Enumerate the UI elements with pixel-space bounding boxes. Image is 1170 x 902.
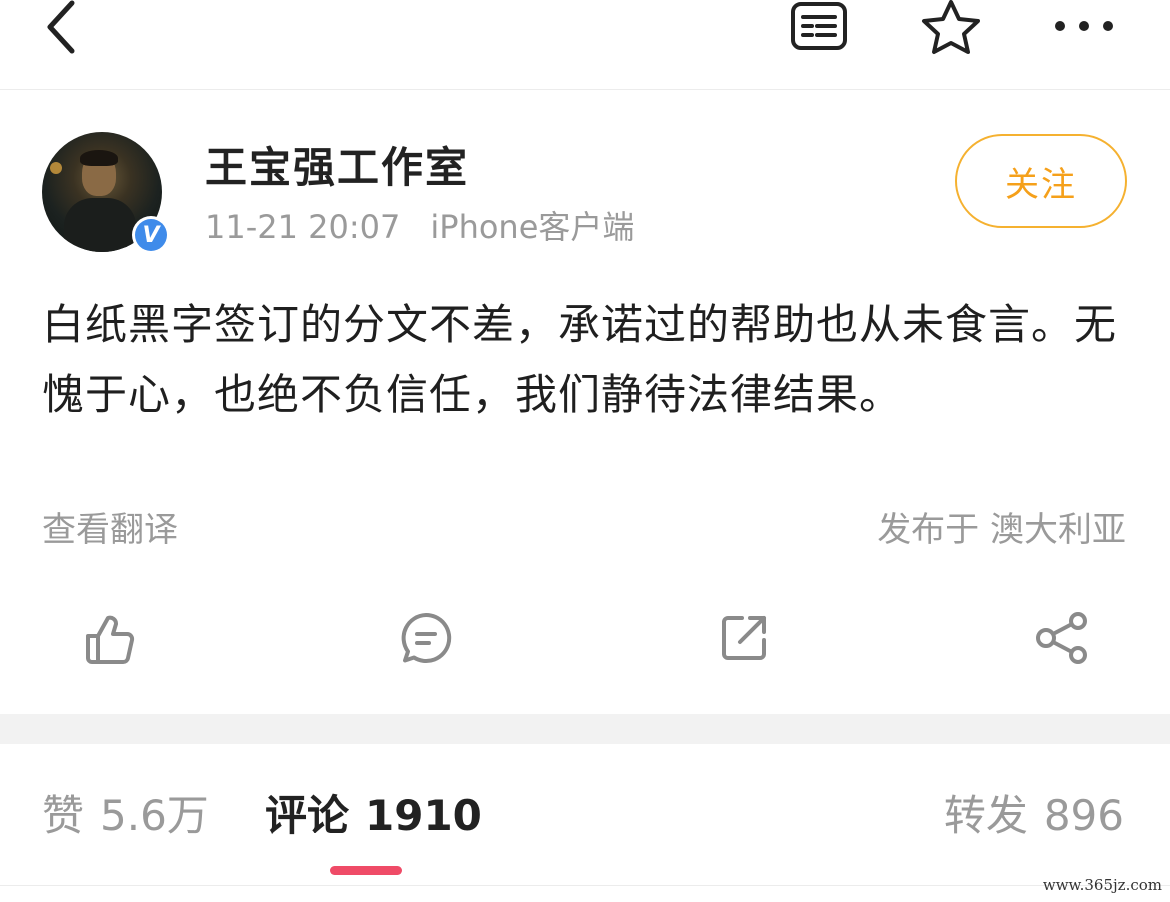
back-button[interactable] xyxy=(30,0,94,54)
like-button[interactable] xyxy=(76,606,140,670)
repost-icon xyxy=(722,616,766,660)
list-button[interactable] xyxy=(786,0,852,52)
favorite-button[interactable] xyxy=(918,0,984,54)
comment-icon xyxy=(401,612,452,663)
thumbs-up-icon xyxy=(86,615,135,664)
post-header: V 王宝强工作室 11-21 20:07 iPhone客户端 关注 xyxy=(0,90,1170,275)
tab-comments[interactable]: 评论 1910 xyxy=(265,788,482,844)
post-content: 白纸黑字签订的分文不差，承诺过的帮助也从未食言。无愧于心，也绝不负信任，我们静待… xyxy=(42,300,1118,419)
username[interactable]: 王宝强工作室 xyxy=(205,140,469,196)
share-button[interactable] xyxy=(1030,606,1094,670)
tab-reposts[interactable]: 转发 896 xyxy=(944,788,1124,844)
action-bar xyxy=(0,600,1170,680)
more-dots-icon xyxy=(1055,21,1113,31)
tab-comments-count: 1910 xyxy=(365,791,482,840)
repost-button[interactable] xyxy=(712,606,776,670)
more-button[interactable] xyxy=(1048,0,1120,52)
share-icon xyxy=(1036,612,1087,664)
star-icon xyxy=(922,0,980,54)
chevron-left-icon xyxy=(47,0,75,54)
tab-likes[interactable]: 赞 5.6万 xyxy=(42,788,209,844)
active-tab-indicator xyxy=(330,866,402,875)
comment-button[interactable] xyxy=(394,606,458,670)
avatar[interactable]: V xyxy=(42,132,170,254)
list-icon xyxy=(791,2,847,50)
tab-reposts-count: 896 xyxy=(1043,791,1124,840)
post-location: 发布于 澳大利亚 xyxy=(877,510,1126,550)
verified-badge-icon: V xyxy=(132,216,170,254)
tab-likes-count: 5.6万 xyxy=(100,791,209,840)
section-divider xyxy=(0,714,1170,744)
tab-comments-label: 评论 xyxy=(265,791,350,840)
post-source: iPhone客户端 xyxy=(430,208,635,246)
interaction-tabs: 赞 5.6万 评论 1910 转发 896 xyxy=(0,744,1170,886)
tab-reposts-label: 转发 xyxy=(943,791,1028,840)
follow-button[interactable]: 关注 xyxy=(955,134,1127,228)
watermark: www.365jz.com xyxy=(1042,876,1162,894)
top-nav-bar xyxy=(0,0,1170,90)
post-meta: 11-21 20:07 iPhone客户端 xyxy=(205,205,634,249)
tab-likes-label: 赞 xyxy=(42,791,85,840)
post-timestamp: 11-21 20:07 xyxy=(205,208,401,246)
translate-link[interactable]: 查看翻译 xyxy=(42,505,178,555)
